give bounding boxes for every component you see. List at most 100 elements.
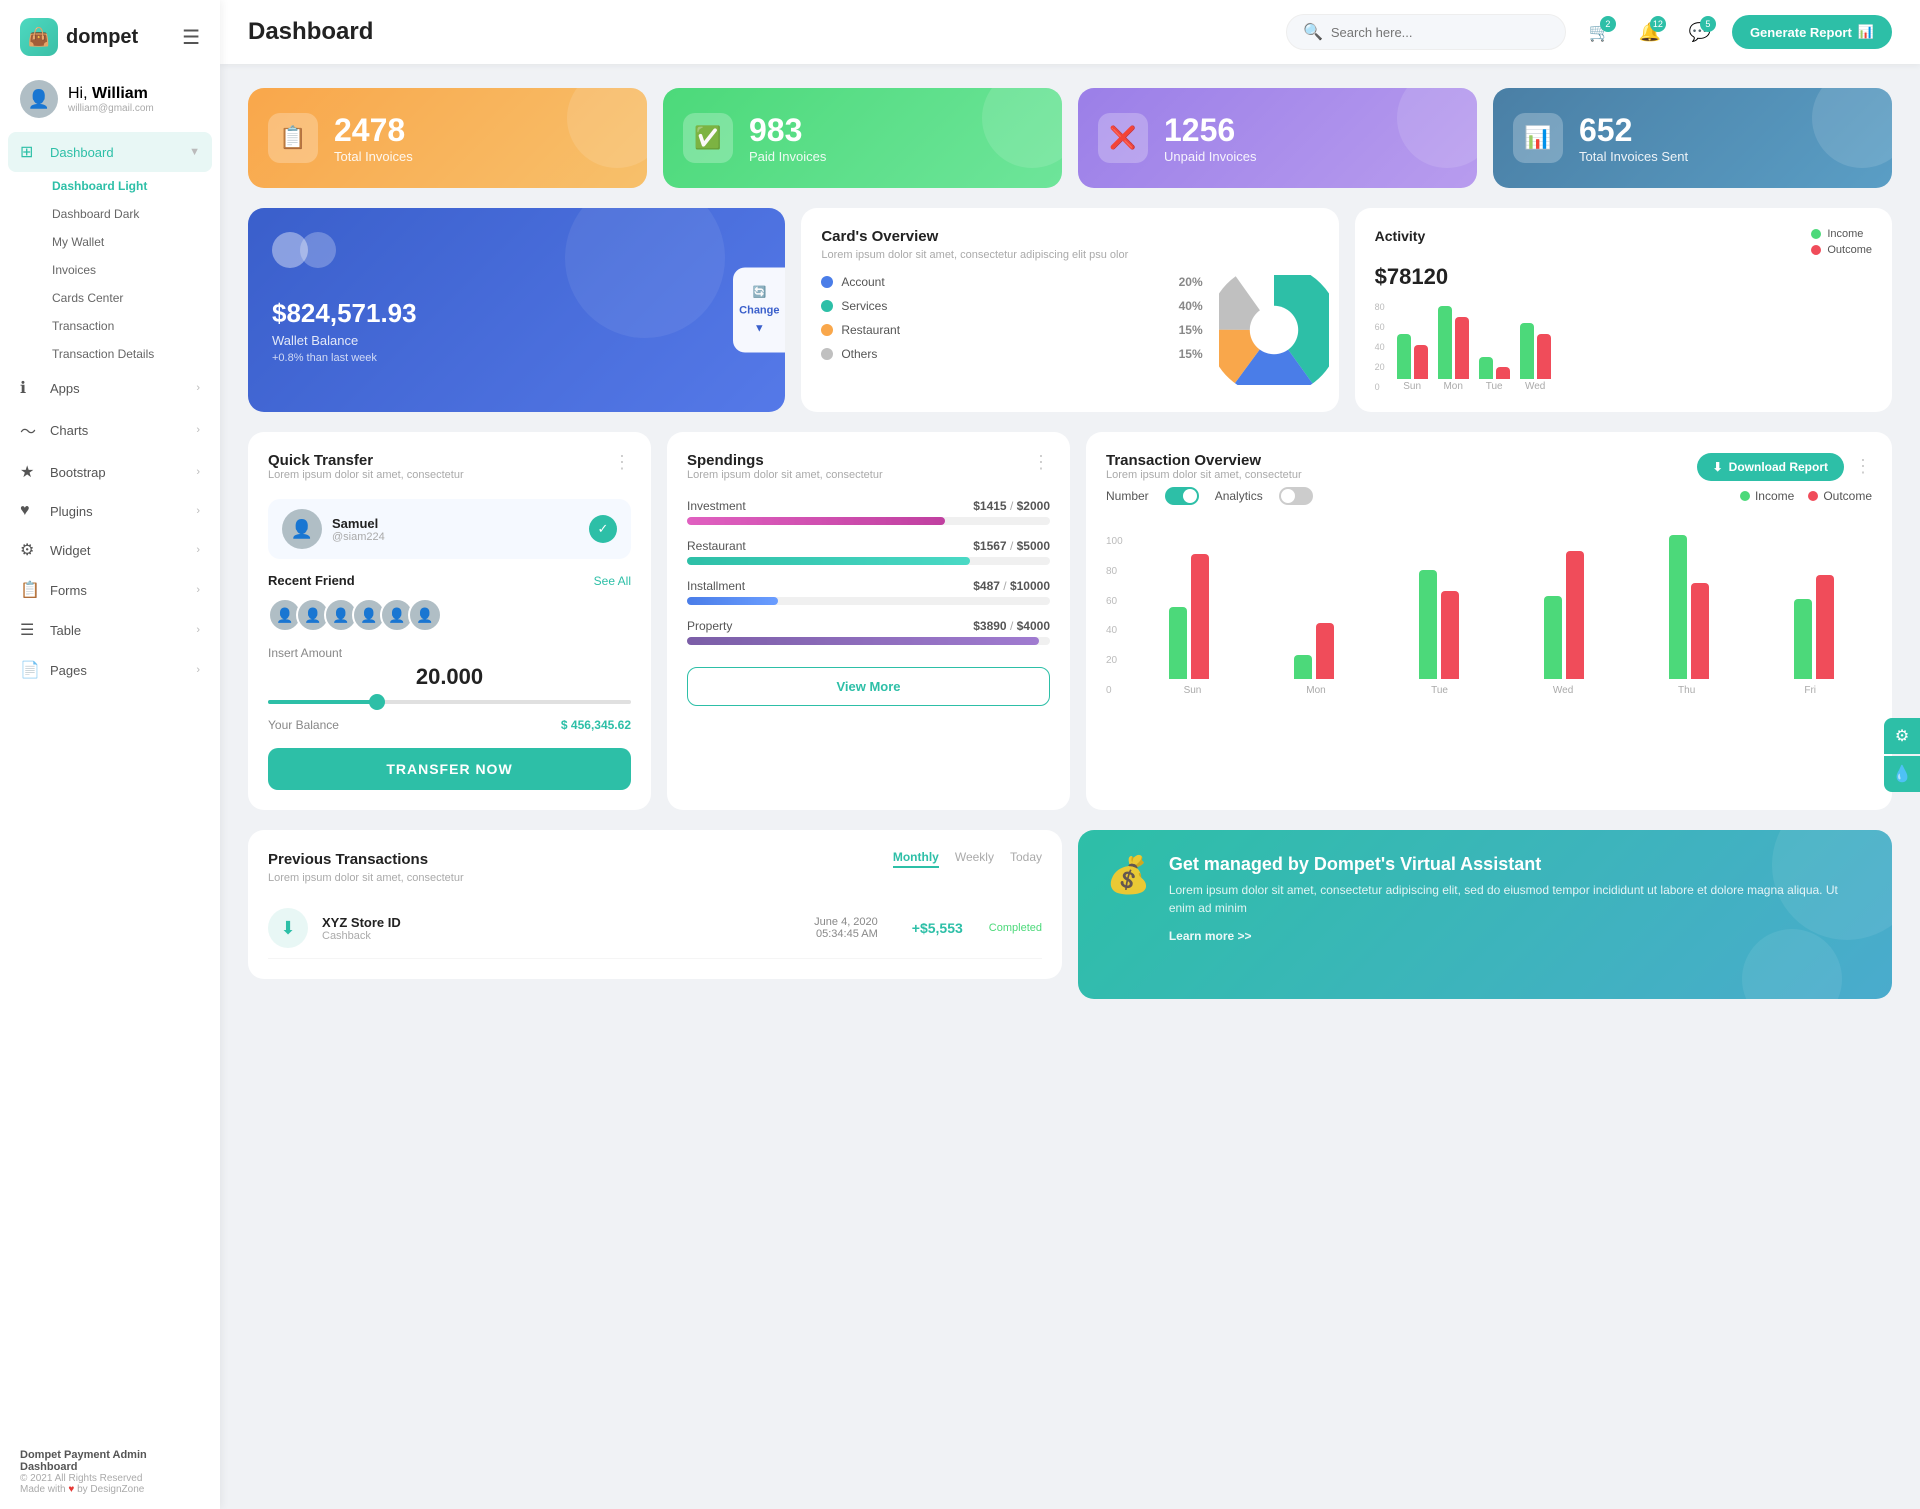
outcome-dot-to <box>1808 491 1818 501</box>
subnav-transaction[interactable]: Transaction <box>40 312 220 340</box>
outcome-bar-sun <box>1414 345 1428 379</box>
activity-amount: $78120 <box>1375 264 1872 290</box>
charts-icon: 〜 <box>20 418 40 442</box>
overview-item-restaurant: Restaurant 15% <box>821 323 1202 337</box>
outcome-legend-to: Outcome <box>1808 489 1872 503</box>
recent-friend-row: Recent Friend See All <box>268 573 631 588</box>
card-decoration <box>1812 88 1892 168</box>
sidebar-item-charts[interactable]: 〜 Charts › <box>0 408 220 452</box>
overview-title: Card's Overview <box>821 228 1318 245</box>
sidebar-item-plugins[interactable]: ♥ Plugins › <box>0 492 220 530</box>
va-title: Get managed by Dompet's Virtual Assistan… <box>1169 854 1864 875</box>
subnav-my-wallet[interactable]: My Wallet <box>40 228 220 256</box>
see-all-link[interactable]: See All <box>594 574 631 588</box>
pt-tab-today[interactable]: Today <box>1010 850 1042 868</box>
user-profile: 👤 Hi, William william@gmail.com <box>0 70 220 132</box>
settings-side-button[interactable]: ⚙ <box>1884 718 1920 754</box>
logo-area: 👜 dompet ☰ <box>0 0 220 70</box>
search-input[interactable] <box>1331 25 1531 40</box>
thu-income-bar <box>1669 535 1687 679</box>
y-tick-20: 20 <box>1106 655 1123 666</box>
pt-tab-weekly[interactable]: Weekly <box>955 850 994 868</box>
subnav-dashboard-light[interactable]: Dashboard Light <box>40 172 220 200</box>
income-bar-tue <box>1479 357 1493 379</box>
quick-transfer-subtitle: Lorem ipsum dolor sit amet, consectetur <box>268 469 464 481</box>
analytics-toggle[interactable] <box>1279 487 1313 505</box>
palette-side-button[interactable]: 💧 <box>1884 756 1920 792</box>
download-icon: ⬇ <box>1713 460 1723 474</box>
card-decoration <box>982 88 1062 168</box>
big-bar-group-wed <box>1505 551 1622 679</box>
investment-amount: $1415 / $2000 <box>973 499 1050 513</box>
services-pct: 40% <box>1179 299 1203 313</box>
total-sent-label: Total Invoices Sent <box>1579 149 1688 164</box>
previous-transactions-card: Previous Transactions Monthly Weekly Tod… <box>248 830 1062 979</box>
card-circle-2 <box>300 232 336 268</box>
logo-text: dompet <box>66 26 138 49</box>
amount-slider[interactable] <box>268 700 631 704</box>
user-greeting: Hi, William <box>68 85 154 103</box>
sidebar-item-forms[interactable]: 📋 Forms › <box>0 570 220 610</box>
y-label-20: 20 <box>1375 362 1385 372</box>
subnav-invoices[interactable]: Invoices <box>40 256 220 284</box>
hamburger-icon[interactable]: ☰ <box>182 25 200 50</box>
restaurant-fill <box>687 557 970 565</box>
middle-row: $824,571.93 Wallet Balance +0.8% than la… <box>248 208 1892 412</box>
property-amount: $3890 / $4000 <box>973 619 1050 633</box>
total-sent-info: 652 Total Invoices Sent <box>1579 112 1688 164</box>
spending-property: Property $3890 / $4000 <box>687 619 1050 645</box>
property-progress <box>687 637 1050 645</box>
chevron-right-icon: › <box>196 664 200 676</box>
pt-tab-monthly[interactable]: Monthly <box>893 850 939 868</box>
bell-icon-btn[interactable]: 🔔 12 <box>1632 14 1668 50</box>
change-button[interactable]: 🔄 Change ▼ <box>733 268 785 353</box>
transfer-now-button[interactable]: TRANSFER NOW <box>268 748 631 790</box>
fri-income-bar <box>1794 599 1812 679</box>
transaction-info: XYZ Store ID Cashback <box>322 915 401 942</box>
y-label-80: 80 <box>1375 302 1385 312</box>
sidebar-item-apps[interactable]: ℹ Apps › <box>0 368 220 408</box>
paid-invoices-number: 983 <box>749 112 826 149</box>
total-invoices-label: Total Invoices <box>334 149 413 164</box>
subnav-transaction-details[interactable]: Transaction Details <box>40 340 220 368</box>
subnav-dashboard-dark[interactable]: Dashboard Dark <box>40 200 220 228</box>
bottom-row: Quick Transfer Lorem ipsum dolor sit ame… <box>248 432 1892 810</box>
more-options-icon[interactable]: ⋮ <box>613 452 631 473</box>
spendings-more-icon[interactable]: ⋮ <box>1032 452 1050 473</box>
income-legend: Income <box>1811 228 1872 240</box>
mon-income-bar <box>1294 655 1312 679</box>
main-area: Dashboard 🔍 🛒 2 🔔 12 💬 5 Generate Report… <box>220 0 1920 1509</box>
cart-icon-btn[interactable]: 🛒 2 <box>1582 14 1618 50</box>
spending-restaurant: Restaurant $1567 / $5000 <box>687 539 1050 565</box>
property-fill <box>687 637 1039 645</box>
view-more-button[interactable]: View More <box>687 667 1050 706</box>
va-icon: 💰 <box>1106 854 1151 896</box>
va-learn-more-link[interactable]: Learn more >> <box>1169 929 1252 943</box>
generate-report-button[interactable]: Generate Report 📊 <box>1732 15 1892 49</box>
overview-content: Account 20% Services 40% Restaurant 15% <box>821 275 1318 375</box>
number-label: Number <box>1106 489 1149 503</box>
balance-row: Your Balance $ 456,345.62 <box>268 718 631 732</box>
sidebar-item-bootstrap[interactable]: ★ Bootstrap › <box>0 452 220 492</box>
big-chart-area: 100 80 60 40 20 0 <box>1106 519 1872 696</box>
sidebar-item-pages[interactable]: 📄 Pages › <box>0 650 220 690</box>
bar-chart-icon: 📊 <box>1858 24 1874 40</box>
download-report-button[interactable]: ⬇ Download Report <box>1697 453 1844 481</box>
subnav-cards-center[interactable]: Cards Center <box>40 284 220 312</box>
services-label: Services <box>841 299 1170 313</box>
number-toggle[interactable] <box>1165 487 1199 505</box>
chevron-right-icon: › <box>196 466 200 478</box>
chat-icon-btn[interactable]: 💬 5 <box>1682 14 1718 50</box>
overview-list: Account 20% Services 40% Restaurant 15% <box>821 275 1202 375</box>
sidebar-item-dashboard[interactable]: ⊞ Dashboard ▼ <box>8 132 212 172</box>
activity-title: Activity <box>1375 228 1426 244</box>
sidebar-item-table[interactable]: ☰ Table › <box>0 610 220 650</box>
sidebar-item-widget[interactable]: ⚙ Widget › <box>0 530 220 570</box>
to-more-icon[interactable]: ⋮ <box>1854 456 1872 477</box>
y-label-0: 0 <box>1375 382 1385 392</box>
y-tick-80: 80 <box>1106 566 1123 577</box>
forms-icon: 📋 <box>20 580 40 600</box>
sun-outcome-bar <box>1191 554 1209 679</box>
spending-investment: Investment $1415 / $2000 <box>687 499 1050 525</box>
dashboard-icon: ⊞ <box>20 142 40 162</box>
